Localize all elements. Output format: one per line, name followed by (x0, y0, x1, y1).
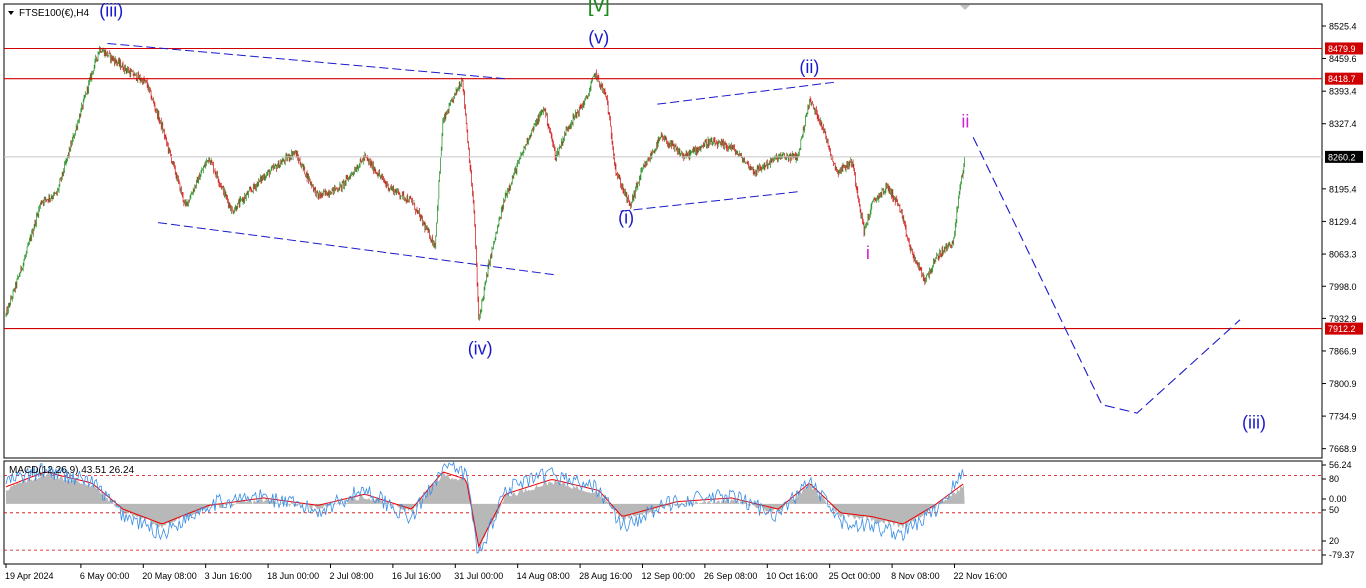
time-tick-label: 16 Jul 16:00 (392, 571, 441, 581)
time-tick-label: 18 Jun 00:00 (267, 571, 319, 581)
macd-tick-label: 50 (1329, 505, 1339, 515)
wave-label: (iv) (468, 338, 493, 358)
price-tag-label: 8260.2 (1328, 152, 1356, 162)
macd-tick-label: 56.24 (1329, 460, 1352, 470)
macd-label: MACD(12,26,9) 43.51 26.24 (9, 465, 135, 476)
price-tick-label: 8393.4 (1329, 87, 1357, 97)
price-tick-label: 7668.9 (1329, 444, 1357, 454)
wave-label: i (866, 243, 870, 263)
price-tick-label: 7800.9 (1329, 379, 1357, 389)
price-tick-label: 8195.4 (1329, 184, 1357, 194)
price-tick-label: 8327.4 (1329, 119, 1357, 129)
time-tick-label: 28 Aug 16:00 (579, 571, 632, 581)
time-tick-label: 8 Nov 08:00 (891, 571, 940, 581)
wave-label: [v] (588, 0, 610, 16)
price-tick-label: 8063.3 (1329, 250, 1357, 260)
price-tick-label: 8459.6 (1329, 54, 1357, 64)
wave-label: (i) (618, 208, 634, 228)
price-tick-label: 7866.9 (1329, 346, 1357, 356)
time-tick-label: 25 Oct 00:00 (829, 571, 881, 581)
macd-tick-label: 20 (1329, 536, 1339, 546)
price-tag-label: 7912.2 (1328, 324, 1356, 334)
time-tick-label: 2 Jul 08:00 (329, 571, 373, 581)
macd-axis: 56.24 80 0.0050 20 -79.37 (1322, 460, 1355, 560)
price-axis: 8525.4 8459.6 8393.4 8327.4 8195.4 8129.4 8063… (1322, 22, 1357, 454)
time-tick-label: 26 Sep 08:00 (704, 571, 758, 581)
price-tag-label: 8418.7 (1328, 74, 1356, 84)
time-tick-label: 6 May 00:00 (80, 571, 130, 581)
main-chart-frame (3, 3, 1323, 459)
wave-label: (ii) (799, 57, 819, 77)
wave-label: (iii) (99, 0, 123, 20)
price-tick-label: 8129.4 (1329, 217, 1357, 227)
wave-label: ii (961, 111, 969, 131)
time-tick-label: 3 Jun 16:00 (205, 571, 252, 581)
time-axis: 19 Apr 2024 6 May 00:00 20 May 08:00 3 Jun … (5, 564, 1007, 581)
time-tick-label: 22 Nov 16:00 (953, 571, 1007, 581)
price-tick-label: 8525.4 (1329, 22, 1357, 32)
macd-tick-label: 0.00 (1329, 494, 1347, 504)
price-tick-label: 7998.0 (1329, 282, 1357, 292)
wave-label: (iii) (1242, 412, 1266, 432)
macd-tick-label: 80 (1329, 474, 1339, 484)
macd-tick-label: -79.37 (1329, 550, 1355, 560)
time-tick-label: 20 May 08:00 (142, 571, 197, 581)
price-tick-label: 7932.9 (1329, 314, 1357, 324)
price-tag-label: 8479.9 (1328, 44, 1356, 54)
time-tick-label: 12 Sep 00:00 (641, 571, 695, 581)
time-tick-label: 14 Aug 08:00 (517, 571, 570, 581)
macd-panel-frame (3, 460, 1323, 565)
symbol-title: FTSE100(€),H4 (19, 8, 89, 19)
chart-canvas: (iii) [v] (v) (ii) ii (i) i (iv) (iii) 8525.4 845… (3, 0, 1363, 581)
price-tick-label: 7734.9 (1329, 412, 1357, 422)
wave-label: (v) (588, 28, 609, 48)
time-tick-label: 10 Oct 16:00 (766, 571, 818, 581)
time-tick-label: 19 Apr 2024 (5, 571, 54, 581)
time-tick-label: 31 Jul 00:00 (454, 571, 503, 581)
